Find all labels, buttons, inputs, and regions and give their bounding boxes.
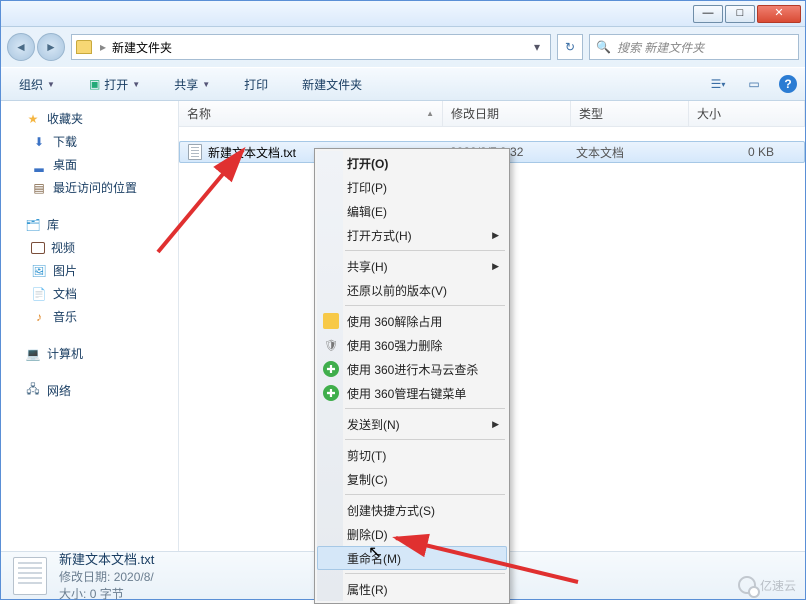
details-date-label: 修改日期:: [59, 570, 110, 584]
sidebar-item-videos[interactable]: 视频: [1, 236, 178, 259]
search-icon: 🔍: [596, 40, 611, 54]
address-dropdown-icon[interactable]: ▾: [528, 40, 546, 54]
folder-icon: [76, 40, 92, 54]
close-button[interactable]: ✕: [757, 5, 801, 23]
sidebar-computer[interactable]: 💻计算机: [1, 342, 178, 365]
column-headers: 名称▲ 修改日期 类型 大小: [179, 101, 805, 127]
watermark-text: 亿速云: [760, 577, 796, 594]
ctx-edit[interactable]: 编辑(E): [317, 199, 507, 223]
watermark: 亿速云: [738, 576, 796, 594]
shield-gray-icon: 🛡: [323, 337, 339, 353]
context-menu: 打开(O) 打印(P) 编辑(E) 打开方式(H)▶ 共享(H)▶ 还原以前的版…: [314, 148, 510, 604]
breadcrumb-sep: ▸: [98, 40, 108, 54]
sidebar-libraries[interactable]: 🗂库: [1, 213, 178, 236]
sidebar-network[interactable]: 🖧网络: [1, 379, 178, 402]
col-size[interactable]: 大小: [689, 101, 805, 126]
folder-yellow-icon: [323, 313, 339, 329]
preview-pane-button[interactable]: ▭: [743, 73, 765, 95]
ctx-share[interactable]: 共享(H)▶: [317, 254, 507, 278]
col-type[interactable]: 类型: [571, 101, 689, 126]
ctx-copy[interactable]: 复制(C): [317, 467, 507, 491]
ctx-sendto[interactable]: 发送到(N)▶: [317, 412, 507, 436]
print-button[interactable]: 打印: [234, 72, 278, 97]
watermark-logo-icon: [738, 576, 756, 594]
titlebar: — □ ✕: [1, 1, 805, 27]
refresh-button[interactable]: ↻: [557, 34, 583, 60]
shield-green-icon: ✚: [323, 361, 339, 377]
sidebar-item-recent[interactable]: ▤最近访问的位置: [1, 176, 178, 199]
organize-button[interactable]: 组织▼: [9, 72, 65, 97]
ctx-360-menu[interactable]: ✚使用 360管理右键菜单: [317, 381, 507, 405]
details-size-value: 0 字节: [90, 587, 124, 601]
ctx-360-scan[interactable]: ✚使用 360进行木马云查杀: [317, 357, 507, 381]
toolbar: 组织▼ ▣打开▼ 共享▼ 打印 新建文件夹 ☰▾ ▭ ?: [1, 67, 805, 101]
address-bar[interactable]: ▸ 新建文件夹 ▾: [71, 34, 551, 60]
sidebar-item-pictures[interactable]: 🖼图片: [1, 259, 178, 282]
col-date[interactable]: 修改日期: [443, 101, 571, 126]
ctx-openwith[interactable]: 打开方式(H)▶: [317, 223, 507, 247]
open-button[interactable]: ▣打开▼: [79, 72, 150, 97]
sidebar-item-downloads[interactable]: ⬇下载: [1, 130, 178, 153]
sidebar-item-desktop[interactable]: ▂桌面: [1, 153, 178, 176]
col-name[interactable]: 名称▲: [179, 101, 443, 126]
ctx-restore[interactable]: 还原以前的版本(V): [317, 278, 507, 302]
details-filename: 新建文本文档.txt: [59, 549, 164, 568]
help-button[interactable]: ?: [779, 75, 797, 93]
text-file-icon: [188, 144, 202, 160]
ctx-360-unlock[interactable]: 使用 360解除占用: [317, 309, 507, 333]
back-button[interactable]: ◄: [7, 33, 35, 61]
details-date-value: 2020/8/: [114, 570, 154, 584]
view-button[interactable]: ☰▾: [707, 73, 729, 95]
sidebar-item-documents[interactable]: 📄文档: [1, 282, 178, 305]
file-size: 0 KB: [684, 145, 804, 159]
maximize-button[interactable]: □: [725, 5, 755, 23]
ctx-print[interactable]: 打印(P): [317, 175, 507, 199]
ctx-open[interactable]: 打开(O): [317, 151, 507, 175]
details-file-icon: [13, 557, 47, 595]
ctx-rename[interactable]: 重命名(M): [317, 546, 507, 570]
search-input[interactable]: 🔍 搜索 新建文件夹: [589, 34, 799, 60]
newfolder-button[interactable]: 新建文件夹: [292, 72, 372, 97]
ctx-cut[interactable]: 剪切(T): [317, 443, 507, 467]
sidebar-item-music[interactable]: ♪音乐: [1, 305, 178, 328]
forward-button[interactable]: ►: [37, 33, 65, 61]
navbar: ◄ ► ▸ 新建文件夹 ▾ ↻ 🔍 搜索 新建文件夹: [1, 27, 805, 67]
ctx-properties[interactable]: 属性(R): [317, 577, 507, 601]
ctx-delete[interactable]: 删除(D): [317, 522, 507, 546]
breadcrumb-current[interactable]: 新建文件夹: [108, 39, 176, 56]
minimize-button[interactable]: —: [693, 5, 723, 23]
sidebar-favorites[interactable]: ★收藏夹: [1, 107, 178, 130]
file-name: 新建文本文档.txt: [208, 144, 296, 161]
share-button[interactable]: 共享▼: [164, 72, 220, 97]
details-size-label: 大小:: [59, 587, 86, 601]
ctx-360-forcedel[interactable]: 🛡使用 360强力删除: [317, 333, 507, 357]
search-placeholder: 搜索 新建文件夹: [617, 39, 704, 56]
ctx-shortcut[interactable]: 创建快捷方式(S): [317, 498, 507, 522]
file-type: 文本文档: [568, 144, 684, 161]
sidebar: ★收藏夹 ⬇下载 ▂桌面 ▤最近访问的位置 🗂库 视频 🖼图片 📄文档 ♪音乐 …: [1, 101, 179, 551]
shield-green-icon: ✚: [323, 385, 339, 401]
